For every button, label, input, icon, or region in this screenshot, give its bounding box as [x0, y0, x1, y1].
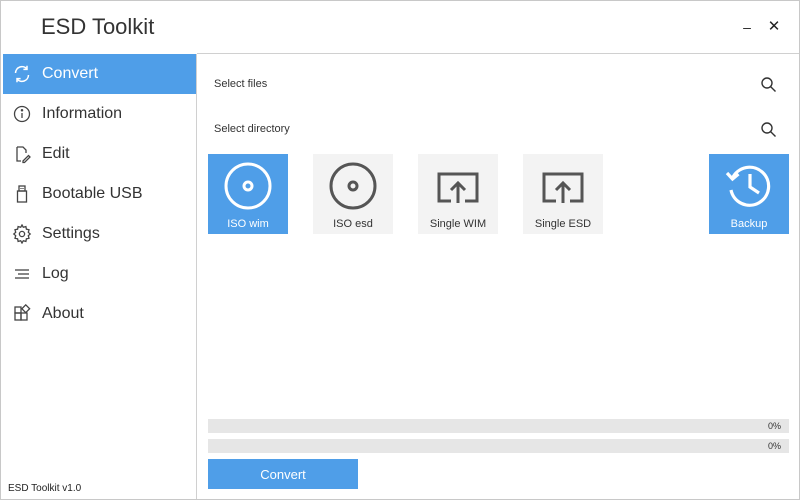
app-title: ESD Toolkit	[41, 14, 155, 39]
header-divider	[197, 53, 799, 54]
search-icon[interactable]	[759, 75, 779, 95]
sidebar-item-about[interactable]: About	[3, 294, 196, 334]
progress-percent: 0%	[767, 421, 781, 431]
tile-label: Single ESD	[534, 218, 592, 230]
sidebar-item-label: Convert	[42, 65, 99, 82]
export-icon	[433, 161, 483, 211]
convert-button[interactable]: Convert	[208, 459, 358, 489]
sidebar-item-settings[interactable]: Settings	[3, 214, 196, 254]
sidebar-item-log[interactable]: Log	[3, 254, 196, 294]
select-files-label: Select files	[214, 78, 268, 90]
info-icon	[12, 104, 32, 124]
progress-bar-current: 0%	[208, 419, 789, 433]
tile-label: Backup	[730, 218, 768, 230]
sidebar-item-information[interactable]: Information	[3, 94, 196, 134]
sidebar-item-label: Information	[42, 105, 123, 122]
refresh-icon	[12, 64, 32, 84]
tile-label: ISO esd	[333, 218, 373, 230]
edit-icon	[12, 144, 32, 164]
search-icon[interactable]	[759, 120, 779, 140]
close-button[interactable]: ✕	[764, 17, 784, 37]
progress-bar-total: 0%	[208, 439, 789, 453]
tile-label: ISO wim	[227, 218, 269, 230]
sidebar-divider	[196, 54, 197, 499]
sidebar-item-label: Edit	[42, 145, 70, 162]
tile-label: Single WIM	[429, 218, 487, 230]
sidebar-item-edit[interactable]: Edit	[3, 134, 196, 174]
titlebar: ESD Toolkit – ✕	[1, 1, 799, 53]
sidebar-item-label: About	[42, 305, 84, 322]
app-window: ESD Toolkit – ✕ Convert Information Edit…	[0, 0, 800, 500]
progress-percent: 0%	[767, 441, 781, 451]
tile-backup[interactable]: Backup	[709, 154, 789, 234]
sidebar-item-label: Log	[42, 265, 69, 282]
version-label: ESD Toolkit v1.0	[8, 483, 82, 494]
gear-icon	[12, 224, 32, 244]
disc-icon	[223, 161, 273, 211]
minimize-button[interactable]: –	[737, 17, 757, 37]
sidebar-item-bootable-usb[interactable]: Bootable USB	[3, 174, 196, 214]
log-icon	[12, 264, 32, 284]
disc-icon	[328, 161, 378, 211]
select-directory-field[interactable]: Select directory	[208, 112, 789, 148]
sidebar-item-label: Settings	[42, 225, 100, 242]
select-directory-label: Select directory	[214, 123, 290, 135]
history-icon	[724, 161, 774, 211]
usb-icon	[12, 184, 32, 204]
sidebar: Convert Information Edit Bootable USB Se…	[2, 54, 196, 499]
sidebar-item-label: Bootable USB	[42, 185, 143, 202]
about-icon	[12, 304, 32, 324]
tile-single-esd[interactable]: Single ESD	[523, 154, 603, 234]
sidebar-item-convert[interactable]: Convert	[3, 54, 196, 94]
tile-iso-wim[interactable]: ISO wim	[208, 154, 288, 234]
export-icon	[538, 161, 588, 211]
select-files-field[interactable]: Select files	[208, 67, 789, 103]
tile-iso-esd[interactable]: ISO esd	[313, 154, 393, 234]
tile-single-wim[interactable]: Single WIM	[418, 154, 498, 234]
